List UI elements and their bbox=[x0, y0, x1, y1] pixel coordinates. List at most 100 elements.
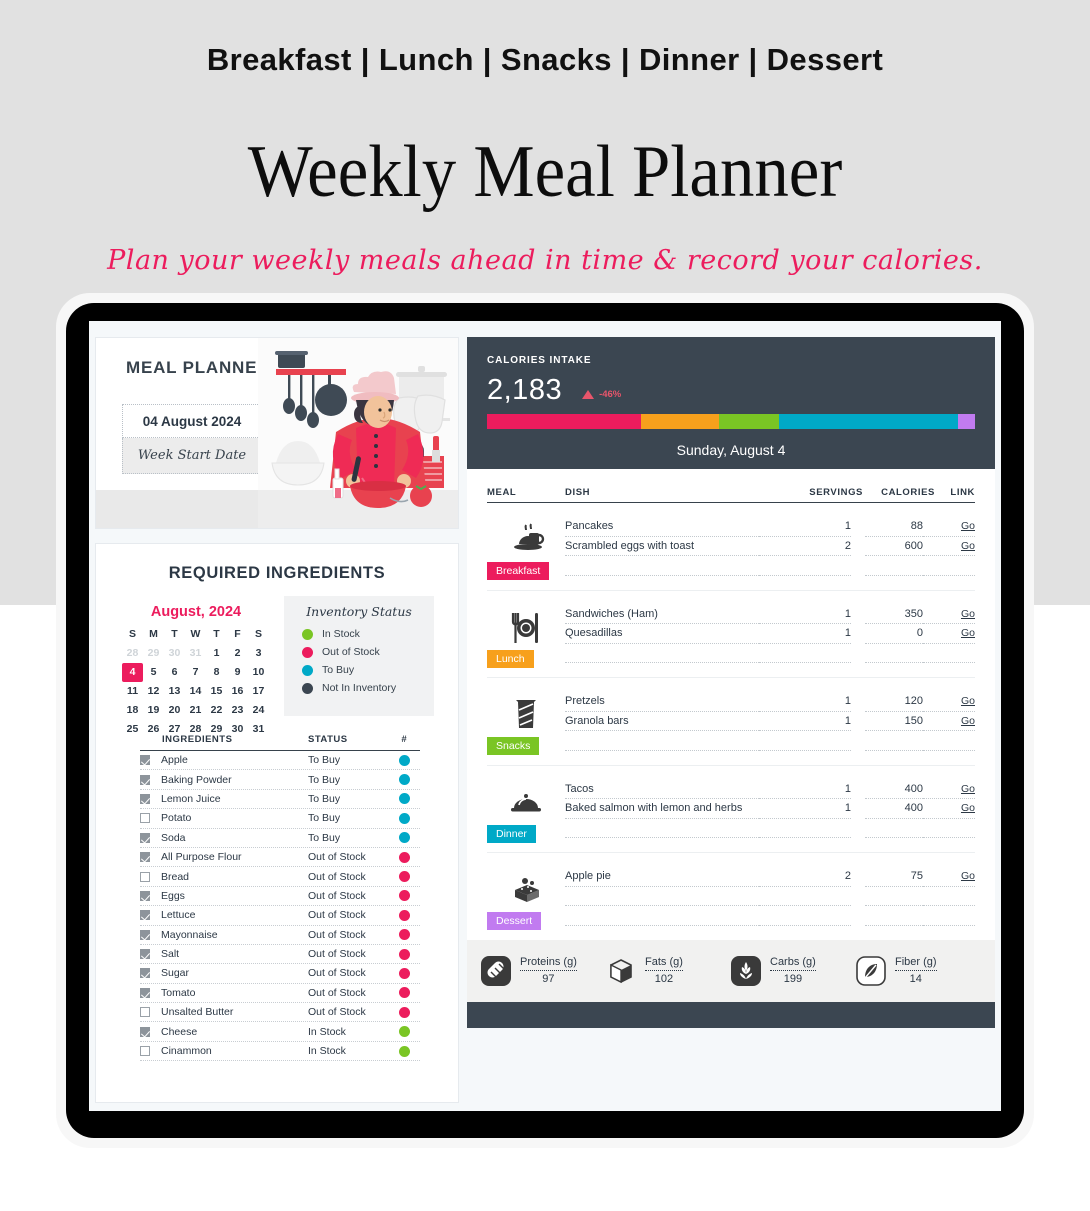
ingredient-checkbox[interactable] bbox=[140, 832, 150, 843]
dish-servings[interactable]: 1 bbox=[759, 605, 851, 624]
dish-link[interactable]: Go bbox=[923, 799, 975, 819]
ingredient-checkbox[interactable] bbox=[140, 1007, 150, 1018]
dish-name[interactable]: Granola bars bbox=[565, 712, 759, 731]
dish-name[interactable]: Pancakes bbox=[565, 517, 759, 537]
dish-calories[interactable] bbox=[865, 906, 923, 926]
dish-link[interactable]: Go bbox=[923, 517, 975, 537]
dish-name[interactable] bbox=[565, 556, 759, 576]
ingredient-checkbox[interactable] bbox=[140, 852, 150, 863]
dish-link[interactable] bbox=[923, 556, 975, 576]
calendar-day[interactable]: 21 bbox=[185, 701, 206, 720]
calendar-day[interactable]: 8 bbox=[206, 663, 227, 682]
ingredient-checkbox[interactable] bbox=[140, 813, 150, 824]
dish-servings[interactable]: 2 bbox=[759, 537, 851, 556]
dish-link[interactable]: Go bbox=[923, 624, 975, 644]
dish-name[interactable]: Pretzels bbox=[565, 692, 759, 712]
calendar-day[interactable]: 6 bbox=[164, 663, 185, 682]
dish-link[interactable]: Go bbox=[923, 537, 975, 556]
dish-name[interactable] bbox=[565, 644, 759, 663]
dish-calories[interactable]: 400 bbox=[865, 780, 923, 799]
dish-calories[interactable] bbox=[865, 819, 923, 838]
dish-name[interactable] bbox=[565, 819, 759, 838]
dish-calories[interactable]: 350 bbox=[865, 605, 923, 624]
dish-link[interactable]: Go bbox=[923, 712, 975, 731]
dish-servings[interactable] bbox=[759, 731, 851, 751]
calendar-day[interactable]: 1 bbox=[206, 644, 227, 663]
dish-link[interactable]: Go bbox=[923, 780, 975, 799]
calendar-day[interactable]: 31 bbox=[185, 644, 206, 663]
calendar-day[interactable]: 17 bbox=[248, 682, 269, 701]
week-start-date-input[interactable]: 04 August 2024 bbox=[122, 404, 262, 438]
dish-link[interactable] bbox=[923, 731, 975, 751]
dish-calories[interactable]: 0 bbox=[865, 624, 923, 644]
dish-servings[interactable]: 2 bbox=[759, 867, 851, 887]
calendar-day[interactable]: 16 bbox=[227, 682, 248, 701]
dish-calories[interactable] bbox=[865, 731, 923, 751]
calendar-day[interactable]: 2 bbox=[227, 644, 248, 663]
dish-link[interactable] bbox=[923, 906, 975, 926]
calendar-day[interactable]: 29 bbox=[143, 644, 164, 663]
ingredient-checkbox[interactable] bbox=[140, 793, 150, 804]
calendar-day[interactable]: 19 bbox=[143, 701, 164, 720]
ingredient-checkbox[interactable] bbox=[140, 1026, 150, 1037]
calendar-day[interactable]: 18 bbox=[122, 701, 143, 720]
dish-servings[interactable] bbox=[759, 556, 851, 576]
calendar-widget[interactable]: August, 2024 S M T W T F S 28 29 30 31 1 2 3 4 5 6 7 8 9 10 1… bbox=[122, 604, 270, 739]
calendar-grid[interactable]: S M T W T F S 28 29 30 31 1 2 3 4 5 6 7 8 9 10 11 12 13 14 15 16 17… bbox=[122, 625, 270, 739]
dish-name[interactable]: Tacos bbox=[565, 780, 759, 799]
dish-calories[interactable]: 150 bbox=[865, 712, 923, 731]
dish-servings[interactable]: 1 bbox=[759, 712, 851, 731]
ingredient-checkbox[interactable] bbox=[140, 929, 150, 940]
ingredient-checkbox[interactable] bbox=[140, 890, 150, 901]
calendar-day[interactable]: 20 bbox=[164, 701, 185, 720]
dish-calories[interactable]: 400 bbox=[865, 799, 923, 819]
ingredient-checkbox[interactable] bbox=[140, 949, 150, 960]
calendar-day[interactable]: 23 bbox=[227, 701, 248, 720]
dish-link[interactable]: Go bbox=[923, 605, 975, 624]
ingredient-checkbox[interactable] bbox=[140, 1046, 150, 1057]
calendar-day[interactable]: 3 bbox=[248, 644, 269, 663]
calendar-day[interactable]: 10 bbox=[248, 663, 269, 682]
dish-link[interactable] bbox=[923, 644, 975, 663]
dish-servings[interactable]: 1 bbox=[759, 692, 851, 712]
dish-name[interactable]: Apple pie bbox=[565, 867, 759, 887]
dish-link[interactable]: Go bbox=[923, 867, 975, 887]
dish-link[interactable] bbox=[923, 819, 975, 838]
dish-name[interactable] bbox=[565, 906, 759, 926]
dish-name[interactable]: Quesadillas bbox=[565, 624, 759, 644]
dish-servings[interactable] bbox=[759, 906, 851, 926]
dish-calories[interactable]: 88 bbox=[865, 517, 923, 537]
calendar-day-selected[interactable]: 4 bbox=[122, 663, 143, 682]
calendar-day[interactable]: 13 bbox=[164, 682, 185, 701]
ingredient-checkbox[interactable] bbox=[140, 968, 150, 979]
dish-name[interactable] bbox=[565, 731, 759, 751]
dish-calories[interactable] bbox=[865, 644, 923, 663]
calendar-day[interactable]: 28 bbox=[122, 644, 143, 663]
dish-calories[interactable]: 75 bbox=[865, 867, 923, 887]
dish-name[interactable] bbox=[565, 887, 759, 906]
ingredient-checkbox[interactable] bbox=[140, 871, 150, 882]
ingredient-checkbox[interactable] bbox=[140, 774, 150, 785]
dish-name[interactable]: Baked salmon with lemon and herbs bbox=[565, 799, 759, 819]
calendar-day[interactable]: 9 bbox=[227, 663, 248, 682]
dish-servings[interactable]: 1 bbox=[759, 799, 851, 819]
dish-name[interactable]: Scrambled eggs with toast bbox=[565, 537, 759, 556]
dish-link[interactable]: Go bbox=[923, 692, 975, 712]
calendar-day[interactable]: 14 bbox=[185, 682, 206, 701]
dish-link[interactable] bbox=[923, 887, 975, 906]
dish-calories[interactable] bbox=[865, 556, 923, 576]
dish-name[interactable]: Sandwiches (Ham) bbox=[565, 605, 759, 624]
calendar-day[interactable]: 7 bbox=[185, 663, 206, 682]
dish-servings[interactable]: 1 bbox=[759, 517, 851, 537]
calendar-day[interactable]: 11 bbox=[122, 682, 143, 701]
calendar-day[interactable]: 24 bbox=[248, 701, 269, 720]
calendar-day[interactable]: 15 bbox=[206, 682, 227, 701]
dish-servings[interactable] bbox=[759, 644, 851, 663]
dish-servings[interactable] bbox=[759, 887, 851, 906]
calendar-day[interactable]: 22 bbox=[206, 701, 227, 720]
dish-servings[interactable] bbox=[759, 819, 851, 838]
calendar-day[interactable]: 5 bbox=[143, 663, 164, 682]
dish-calories[interactable] bbox=[865, 887, 923, 906]
dish-servings[interactable]: 1 bbox=[759, 624, 851, 644]
ingredient-checkbox[interactable] bbox=[140, 987, 150, 998]
